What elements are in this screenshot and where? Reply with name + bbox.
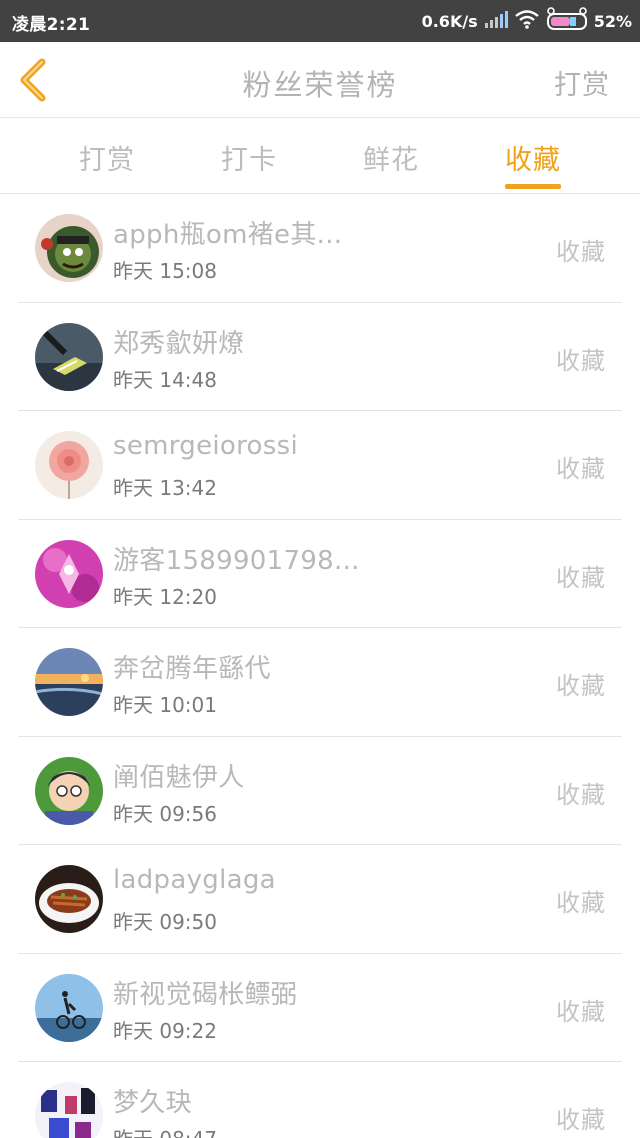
tab-label: 打卡 [221,145,277,176]
action-label: 收藏 [556,889,606,917]
tip-button[interactable]: 打赏 [554,63,610,102]
list-item[interactable]: apph瓶om褚e其... 昨天 15:08 收藏 [18,194,622,303]
list-item[interactable]: 阐佰魅伊人 昨天 09:56 收藏 [18,737,622,845]
list-item[interactable]: 梦久玦 昨天 08:47 收藏 [18,1062,622,1138]
status-right: 0.6K/s 52% [421,7,632,35]
user-name: 梦久玦 [113,1088,192,1118]
timestamp: 昨天 12:20 [113,584,217,609]
tab-label: 鲜花 [363,145,419,176]
fan-list: apph瓶om褚e其... 昨天 15:08 收藏 郑秀歙妍燎 昨天 14:48… [18,194,622,1138]
list-item[interactable]: 新视觉碣枨鳔弼 昨天 09:22 收藏 [18,954,622,1062]
tab-favorites[interactable]: 收藏 [483,138,583,189]
action-label: 收藏 [556,1106,606,1134]
title-bar: 粉丝荣誉榜 打赏 [0,42,640,118]
list-item[interactable]: 游客1589901798... 昨天 12:20 收藏 [18,520,622,628]
timestamp: 昨天 14:48 [113,367,217,392]
action-label: 收藏 [556,238,606,266]
status-time: 凌晨2:21 [12,15,91,35]
list-item[interactable]: ladpayglaga 昨天 09:50 收藏 [18,845,622,954]
page-title: 粉丝荣誉榜 [242,68,398,102]
action-label: 收藏 [556,780,606,809]
timestamp: 昨天 10:01 [113,693,217,717]
timestamp: 昨天 09:22 [113,1018,217,1043]
user-name: ladpayglaga [113,865,276,895]
tab-checkin[interactable]: 打卡 [199,138,299,177]
timestamp: 昨天 08:47 [113,1123,217,1138]
tab-label: 收藏 [505,145,561,176]
avatar [35,322,103,391]
avatar [35,865,103,933]
list-item[interactable]: 奔岔腾年繇代 昨天 10:01 收藏 [18,628,622,737]
avatar [35,648,103,716]
user-name: 游客1589901798... [113,545,360,576]
timestamp: 昨天 13:42 [113,476,217,500]
avatar [35,973,103,1042]
action-label: 收藏 [556,346,606,375]
timestamp: 昨天 09:56 [113,801,217,826]
active-tab-indicator [505,184,561,189]
action-label: 收藏 [556,672,606,700]
network-speed: 0.6K/s [421,11,478,31]
action-label: 收藏 [556,997,606,1026]
avatar [35,1082,103,1138]
wifi-icon [514,9,540,33]
user-name: apph瓶om褚e其... [113,220,343,250]
avatar [35,431,103,499]
avatar [35,756,103,825]
tab-label: 打赏 [79,145,135,176]
avatar [35,539,103,608]
user-name: 新视觉碣枨鳔弼 [113,979,298,1010]
tab-flowers[interactable]: 鲜花 [341,138,441,177]
user-name: 阐佰魅伊人 [113,762,245,793]
list-item[interactable]: 郑秀歙妍燎 昨天 14:48 收藏 [18,303,622,411]
battery-percent: 52% [593,11,632,31]
user-name: 奔岔腾年繇代 [113,654,271,684]
timestamp: 昨天 09:50 [113,910,217,934]
action-label: 收藏 [556,563,606,592]
tab-tip[interactable]: 打赏 [57,138,157,177]
list-item[interactable]: semrgeiorossi 昨天 13:42 收藏 [18,411,622,520]
tab-bar: 打赏 打卡 鲜花 收藏 [0,118,640,194]
status-bar: 凌晨2:21 0.6K/s 52% [0,0,640,42]
action-label: 收藏 [556,455,606,483]
battery-icon [546,7,588,35]
user-name: semrgeiorossi [113,431,298,461]
user-name: 郑秀歙妍燎 [113,328,245,359]
signal-icon [484,9,508,33]
avatar [35,214,103,282]
timestamp: 昨天 15:08 [113,259,217,283]
